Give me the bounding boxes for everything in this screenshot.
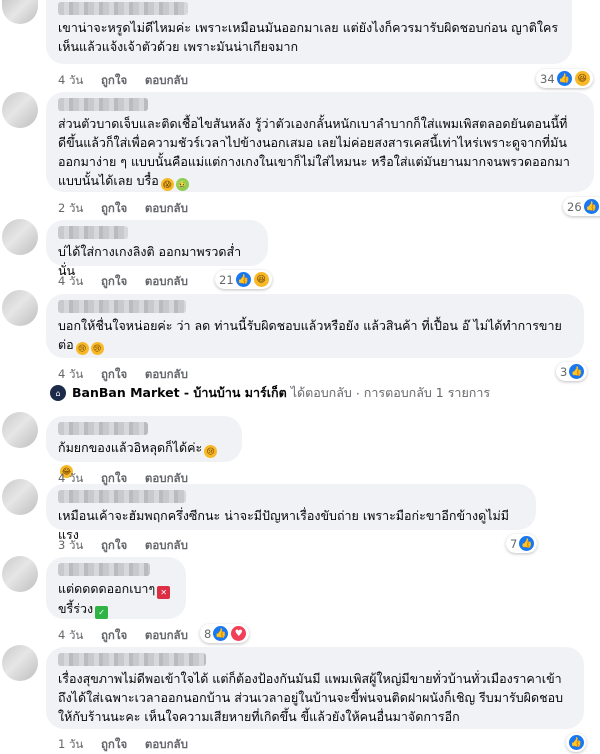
like-icon: 👍	[234, 271, 252, 288]
page-reply-summary[interactable]: ⌂ BanBan Market - บ้านบ้าน มาร์เก็ต ได้ต…	[50, 383, 490, 403]
sad-emoji: 😢	[75, 342, 89, 355]
reaction-summary[interactable]: 8 👍 ♥	[200, 624, 250, 643]
sad-emoji: 😢	[90, 342, 104, 355]
comment-text: เรื่องสุขภาพไม่ดีพอเข้าใจได้ แต่ก็ต้องป้…	[58, 671, 564, 724]
commenter-name-blurred[interactable]	[58, 422, 148, 435]
like-link[interactable]: ถูกใจ	[101, 737, 127, 751]
comment-text: เขาน่าจะหรูดไม่ดีไหมค่ะ เพราะเหมือนมันออ…	[58, 20, 559, 54]
reaction-count: 7	[510, 536, 518, 551]
comment-time[interactable]: 4 วัน	[58, 274, 83, 288]
avatar[interactable]	[2, 479, 38, 515]
reaction-count: 3	[560, 364, 568, 379]
comment-text: ส่วนตัวบาดเจ็บและติดเชื้อไขสันหลัง รู้ว่…	[58, 116, 570, 188]
comment-text-line: แต่ดดดดออกเบาๆ	[58, 581, 156, 596]
comment-time[interactable]: 3 วัน	[58, 538, 83, 552]
like-link[interactable]: ถูกใจ	[101, 628, 127, 642]
scream-emoji: 😱	[160, 178, 174, 191]
reaction-summary[interactable]: 7 👍	[506, 534, 538, 553]
like-icon: 👍	[568, 363, 586, 380]
comment-bubble: บ่ได้ใส่กางเกงลิงติ ออกมาพรวดส่ำนั่น	[46, 220, 268, 278]
avatar[interactable]	[2, 645, 38, 681]
avatar[interactable]	[2, 556, 38, 592]
reaction-summary[interactable]: 3 👍	[556, 362, 588, 381]
comment-time[interactable]: 4 วัน	[58, 367, 83, 381]
reaction-summary[interactable]: 21 👍 😆	[215, 270, 272, 289]
commenter-name-blurred[interactable]	[58, 490, 186, 503]
like-icon: 👍	[555, 70, 573, 87]
comment-bubble: บอกให้ชื่นใจหน่อยค่ะ ว่า ลด ท่านนี้รับผิ…	[46, 294, 584, 358]
comment-actions: 1 วัน ถูกใจ ตอบกลับ	[58, 736, 202, 754]
love-icon: ♥	[230, 625, 248, 642]
commenter-name-blurred[interactable]	[58, 98, 148, 111]
avatar[interactable]	[2, 0, 38, 24]
commenter-name-blurred[interactable]	[58, 2, 188, 15]
page-logo-icon: ⌂	[50, 385, 66, 401]
like-link[interactable]: ถูกใจ	[101, 471, 127, 485]
haha-icon: 😆	[252, 271, 270, 288]
commenter-name-blurred[interactable]	[58, 226, 128, 239]
comment-time[interactable]: 4 วัน	[58, 628, 83, 642]
comment-time[interactable]: 4 วัน	[58, 471, 83, 485]
comment-actions: 4 วัน ถูกใจ ตอบกลับ	[58, 273, 202, 291]
reply-link[interactable]: ตอบกลับ	[145, 538, 188, 552]
comment-text: บอกให้ชื่นใจหน่อยค่ะ ว่า ลด ท่านนี้รับผิ…	[58, 318, 562, 352]
comment-bubble: ส่วนตัวบาดเจ็บและติดเชื้อไขสันหลัง รู้ว่…	[46, 92, 594, 192]
reply-link[interactable]: ตอบกลับ	[145, 737, 188, 751]
sick-emoji: 🤢	[175, 178, 189, 191]
comment-text: ก้มยกของแล้วอิหลุดก็ได้ค่ะ	[58, 440, 203, 455]
reply-link[interactable]: ตอบกลับ	[145, 73, 188, 87]
avatar[interactable]	[2, 92, 38, 128]
comment-text-line: ขรี้ร่วง	[58, 601, 94, 616]
reply-link[interactable]: ตอบกลับ	[145, 201, 188, 215]
like-link[interactable]: ถูกใจ	[101, 367, 127, 381]
commenter-name-blurred[interactable]	[58, 563, 150, 576]
comment-time[interactable]: 4 วัน	[58, 73, 83, 87]
comment-actions: 4 วัน ถูกใจ ตอบกลับ	[58, 366, 202, 384]
reply-link[interactable]: ตอบกลับ	[145, 628, 188, 642]
comment-bubble: เหมือนเค้าจะฮัมพฤกครึ่งซีกนะ น่าจะมีปัญห…	[46, 484, 536, 542]
like-link[interactable]: ถูกใจ	[101, 201, 127, 215]
reply-link[interactable]: ตอบกลับ	[145, 274, 188, 288]
commenter-name-blurred[interactable]	[58, 653, 206, 666]
reaction-summary[interactable]: 34 👍 😆	[536, 69, 593, 88]
like-link[interactable]: ถูกใจ	[101, 73, 127, 87]
check-mark-emoji: ✓	[95, 606, 109, 619]
reaction-count: 8	[204, 626, 212, 641]
reply-link[interactable]: ตอบกลับ	[145, 367, 188, 381]
like-icon: 👍	[582, 198, 600, 215]
comment-actions: 4 วัน ถูกใจ ตอบกลับ	[58, 470, 202, 488]
commenter-name-blurred[interactable]	[58, 300, 186, 313]
reaction-summary[interactable]: 26 👍 😆	[563, 197, 600, 216]
reply-link[interactable]: ตอบกลับ	[145, 471, 188, 485]
like-icon: 👍	[518, 535, 536, 552]
comment-time[interactable]: 2 วัน	[58, 201, 83, 215]
sad-emoji: 😢	[204, 445, 218, 458]
like-icon: 👍	[212, 625, 230, 642]
reaction-count: 21	[219, 272, 234, 287]
comment-time[interactable]: 1 วัน	[58, 737, 83, 751]
like-icon: 👍	[568, 734, 585, 751]
reply-count-link[interactable]: การตอบกลับ 1 รายการ	[364, 383, 490, 403]
like-link[interactable]: ถูกใจ	[101, 274, 127, 288]
comment-bubble: ก้มยกของแล้วอิหลุดก็ได้ค่ะ 😢😂	[46, 416, 242, 478]
haha-icon: 😆	[573, 70, 591, 87]
comment-bubble: เขาน่าจะหรูดไม่ดีไหมค่ะ เพราะเหมือนมันออ…	[46, 0, 572, 64]
avatar[interactable]	[2, 219, 38, 255]
reaction-summary[interactable]: 👍	[566, 733, 586, 752]
page-name[interactable]: BanBan Market - บ้านบ้าน มาร์เก็ต	[72, 383, 287, 403]
comment-actions: 2 วัน ถูกใจ ตอบกลับ	[58, 200, 202, 218]
reply-action-text: ได้ตอบกลับ	[290, 385, 352, 400]
comment-bubble: เรื่องสุขภาพไม่ดีพอเข้าใจได้ แต่ก็ต้องป้…	[46, 647, 584, 729]
reaction-count: 26	[567, 199, 582, 214]
comment-actions: 3 วัน ถูกใจ ตอบกลับ	[58, 537, 202, 555]
comment-bubble: แต่ดดดดออกเบาๆ ✕ ขรี้ร่วง ✓	[46, 557, 186, 619]
avatar[interactable]	[2, 290, 38, 326]
reaction-count: 34	[540, 71, 555, 86]
like-link[interactable]: ถูกใจ	[101, 538, 127, 552]
comment-actions: 4 วัน ถูกใจ ตอบกลับ	[58, 72, 202, 90]
comment-actions: 4 วัน ถูกใจ ตอบกลับ	[58, 627, 202, 645]
cross-mark-emoji: ✕	[157, 586, 171, 599]
avatar[interactable]	[2, 412, 38, 448]
separator: ·	[355, 385, 360, 401]
